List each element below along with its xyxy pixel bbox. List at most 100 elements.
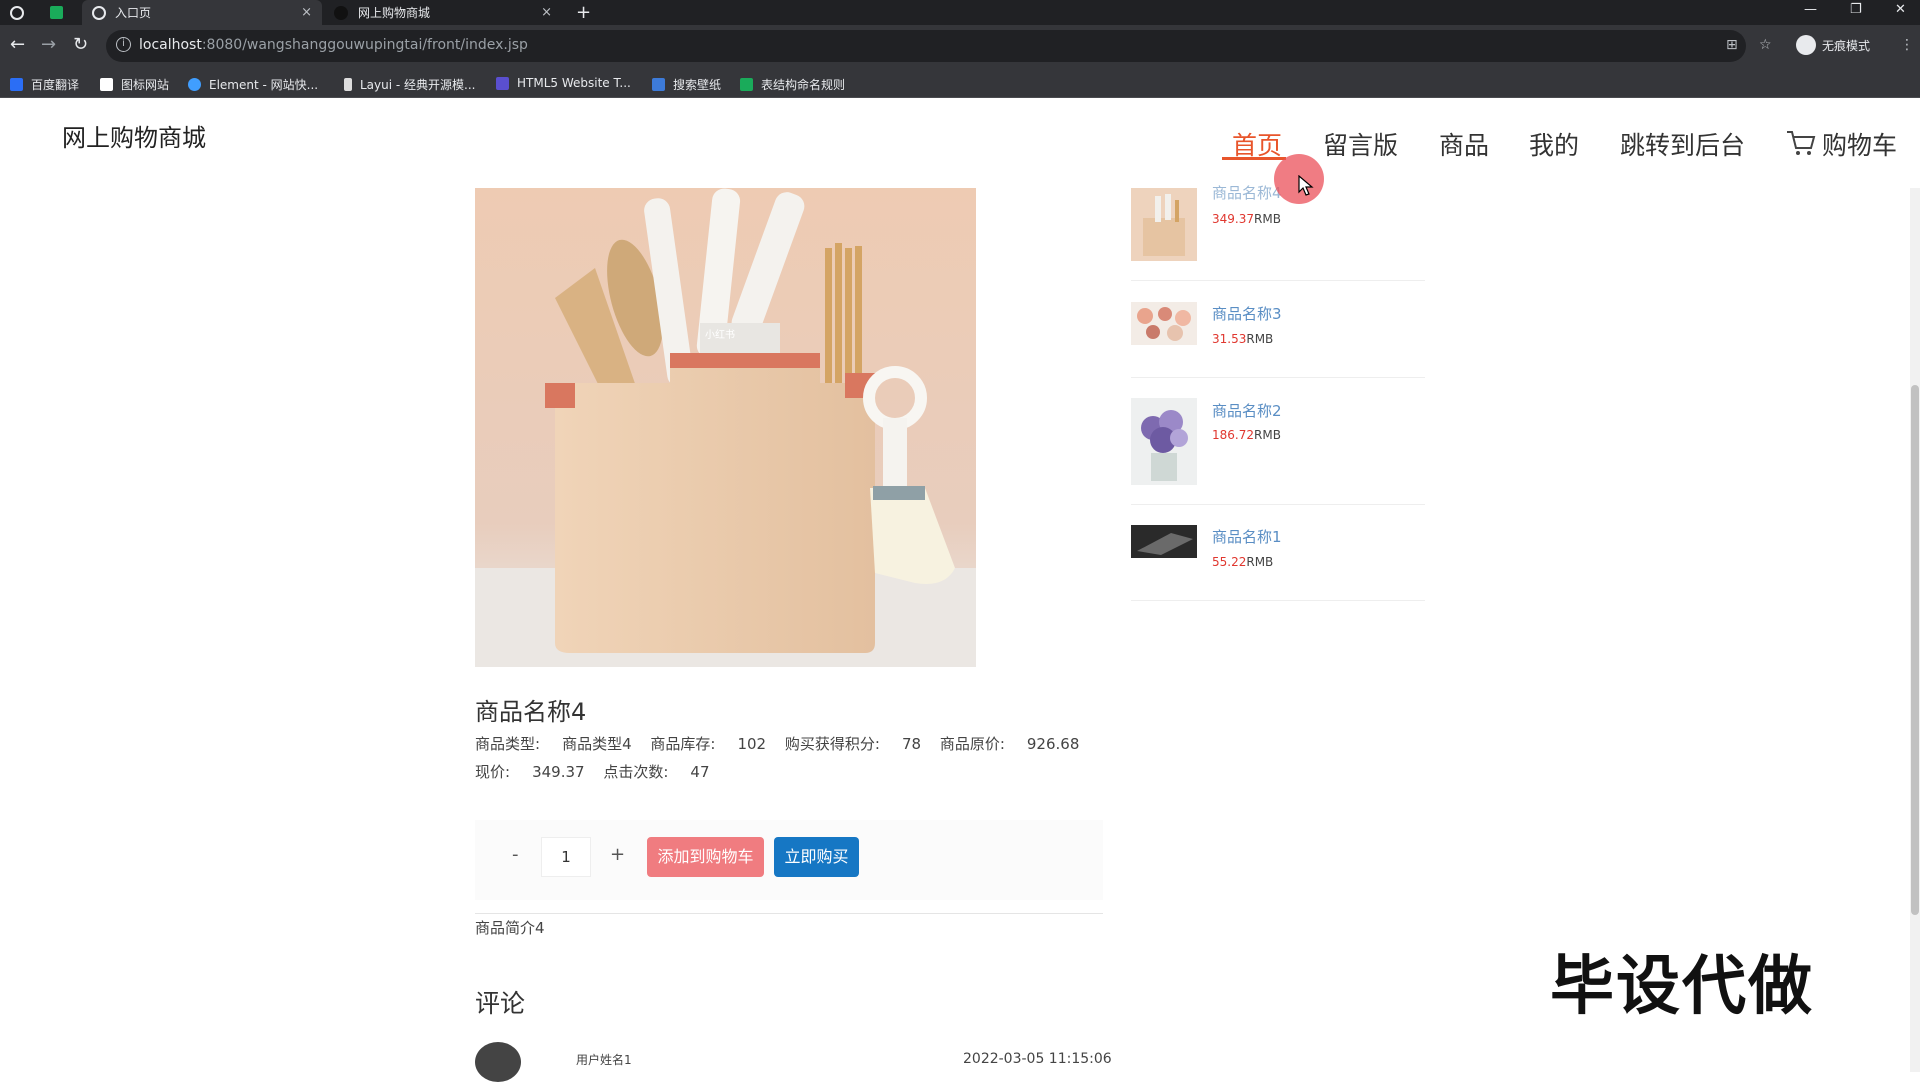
pinned-tab-icon[interactable] (50, 0, 72, 25)
type-value: 商品类型4 (562, 735, 632, 753)
product-name: 商品名称4 (475, 698, 587, 726)
new-tab-button[interactable]: + (576, 0, 591, 25)
rec-name[interactable]: 商品名称3 (1212, 303, 1282, 324)
bookmark-label: HTML5 Website T... (517, 76, 631, 90)
orig-price-label: 商品原价: (939, 735, 1005, 753)
nav-cart[interactable]: 购物车 (1822, 126, 1897, 162)
bookmark-baidu-translate[interactable]: 百度翻译 (10, 76, 79, 93)
add-to-cart-button[interactable]: 添加到购物车 (647, 837, 764, 877)
incognito-label: 无痕模式 (1822, 38, 1871, 53)
bookmark-label: Layui - 经典开源模... (360, 78, 476, 92)
list-item[interactable]: 商品名称4 349.37RMB (1131, 184, 1425, 281)
product-meta-line-1: 商品类型: 商品类型4 商品库存: 102 购买获得积分: 78 商品原价: 926.6… (475, 733, 1093, 754)
cart-icon[interactable] (1786, 129, 1816, 157)
rec-name[interactable]: 商品名称2 (1212, 400, 1282, 421)
browser-menu-dots-icon[interactable]: ⋮ (1900, 37, 1914, 53)
wallpaper-icon (652, 78, 665, 91)
tab-title: 网上购物商城 (358, 6, 431, 20)
layui-icon (344, 78, 352, 91)
site-info-icon[interactable]: i (116, 37, 131, 52)
tab-shop[interactable]: 网上购物商城 × (330, 0, 562, 25)
list-item[interactable]: 商品名称1 55.22RMB (1131, 525, 1425, 601)
bookmark-label: 百度翻译 (31, 78, 80, 92)
points-label: 购买获得积分: (784, 735, 880, 753)
qty-increase-button[interactable]: + (610, 844, 625, 865)
site-logo[interactable]: 网上购物商城 (62, 118, 206, 153)
product-intro: 商品简介4 (475, 919, 545, 937)
close-tab-icon[interactable]: × (541, 5, 552, 20)
bookmark-icon-site[interactable]: 图标网站 (100, 76, 169, 93)
list-item[interactable]: 商品名称2 186.72RMB (1131, 398, 1425, 505)
product-meta-line-2: 现价: 349.37 点击次数: 47 (475, 761, 724, 782)
product-thumbnail[interactable] (1131, 398, 1197, 485)
globe-icon (92, 5, 106, 20)
purchase-panel: - 1 + 添加到购物车 立即购买 (475, 820, 1103, 900)
forward-icon[interactable]: → (41, 34, 56, 55)
bookmark-wallpaper[interactable]: 搜索壁纸 (652, 76, 721, 93)
scrollbar-thumb[interactable] (1911, 385, 1919, 915)
rec-price: 349.37RMB (1212, 212, 1281, 226)
reload-icon[interactable]: ↻ (73, 34, 88, 55)
rec-price: 55.22RMB (1212, 555, 1274, 569)
rec-name[interactable]: 商品名称4 (1212, 182, 1282, 203)
cursor-icon (1298, 175, 1314, 196)
product-thumbnail[interactable] (1131, 188, 1197, 261)
stock-value: 102 (737, 735, 767, 753)
nav-message-board[interactable]: 留言版 (1323, 126, 1398, 162)
bookmark-element[interactable]: Element - 网站快... (188, 76, 318, 93)
nav-products[interactable]: 商品 (1439, 126, 1489, 162)
price-label: 现价: (475, 763, 511, 781)
comment-time: 2022-03-05 11:15:06 (963, 1051, 1112, 1067)
window-close-icon[interactable]: ✕ (1895, 2, 1906, 17)
product-image: 小红书 (475, 188, 976, 667)
bookmark-star-icon[interactable]: ☆ (1759, 37, 1772, 53)
restore-icon[interactable]: ❐ (1850, 2, 1862, 17)
comments-title: 评论 (475, 989, 526, 1018)
divider (475, 913, 1103, 914)
price-value: 349.37 (532, 763, 585, 781)
avatar (475, 1042, 521, 1082)
buy-now-button[interactable]: 立即购买 (774, 837, 859, 877)
clicks-value: 47 (690, 763, 710, 781)
flag-icon (100, 78, 113, 91)
address-toolbar: ← → ↻ i localhost:8080/wangshanggouwupin… (0, 25, 1920, 68)
site-favicon-icon (334, 5, 348, 20)
nav-mine[interactable]: 我的 (1529, 126, 1579, 162)
bookmark-label: 搜索壁纸 (673, 78, 722, 92)
element-icon (188, 78, 201, 91)
comment-user: 用户姓名1 (576, 1053, 632, 1067)
translate-icon[interactable]: ⊞ (1726, 37, 1738, 53)
tab-title: 入口页 (115, 6, 152, 20)
rec-price: 186.72RMB (1212, 428, 1281, 442)
rec-price: 31.53RMB (1212, 332, 1274, 346)
tab-entry-page[interactable]: 入口页 × (82, 0, 322, 25)
product-thumbnail[interactable] (1131, 525, 1197, 558)
points-value: 78 (901, 735, 922, 753)
list-item[interactable]: 商品名称3 31.53RMB (1131, 302, 1425, 378)
bookmark-label: Element - 网站快... (209, 78, 319, 92)
incognito-indicator[interactable]: 无痕模式 (1796, 35, 1870, 55)
browser-tab-strip: 入口页 × 网上购物商城 × + — ❐ ✕ (0, 0, 1920, 25)
url-bar[interactable]: i localhost:8080/wangshanggouwupingtai/f… (106, 30, 1746, 62)
minimize-icon[interactable]: — (1804, 2, 1817, 17)
browser-menu-icon[interactable] (10, 0, 36, 25)
stock-label: 商品库存: (650, 735, 716, 753)
incognito-icon (1796, 35, 1816, 55)
close-tab-icon[interactable]: × (301, 5, 312, 20)
rec-name[interactable]: 商品名称1 (1212, 526, 1282, 547)
bookmark-layui[interactable]: Layui - 经典开源模... (344, 76, 475, 93)
site-header: 网上购物商城 首页 留言版 商品 我的 跳转到后台 购物车 (0, 98, 1920, 188)
url-text: localhost:8080/wangshanggouwupingtai/fro… (139, 37, 528, 53)
html5-icon (496, 76, 509, 90)
overlay-watermark: 毕设代做 (1550, 950, 1814, 1024)
orig-price-value: 926.68 (1026, 735, 1080, 753)
quantity-input[interactable]: 1 (541, 837, 591, 877)
product-thumbnail[interactable] (1131, 302, 1197, 345)
back-icon[interactable]: ← (10, 34, 25, 55)
bookmark-html5[interactable]: HTML5 Website T... (496, 76, 631, 90)
qty-decrease-button[interactable]: - (512, 844, 519, 865)
sheet-icon (740, 78, 753, 91)
nav-admin[interactable]: 跳转到后台 (1620, 126, 1745, 162)
bookmark-naming-rules[interactable]: 表结构命名规则 (740, 76, 845, 93)
bookmark-label: 图标网站 (121, 78, 170, 92)
